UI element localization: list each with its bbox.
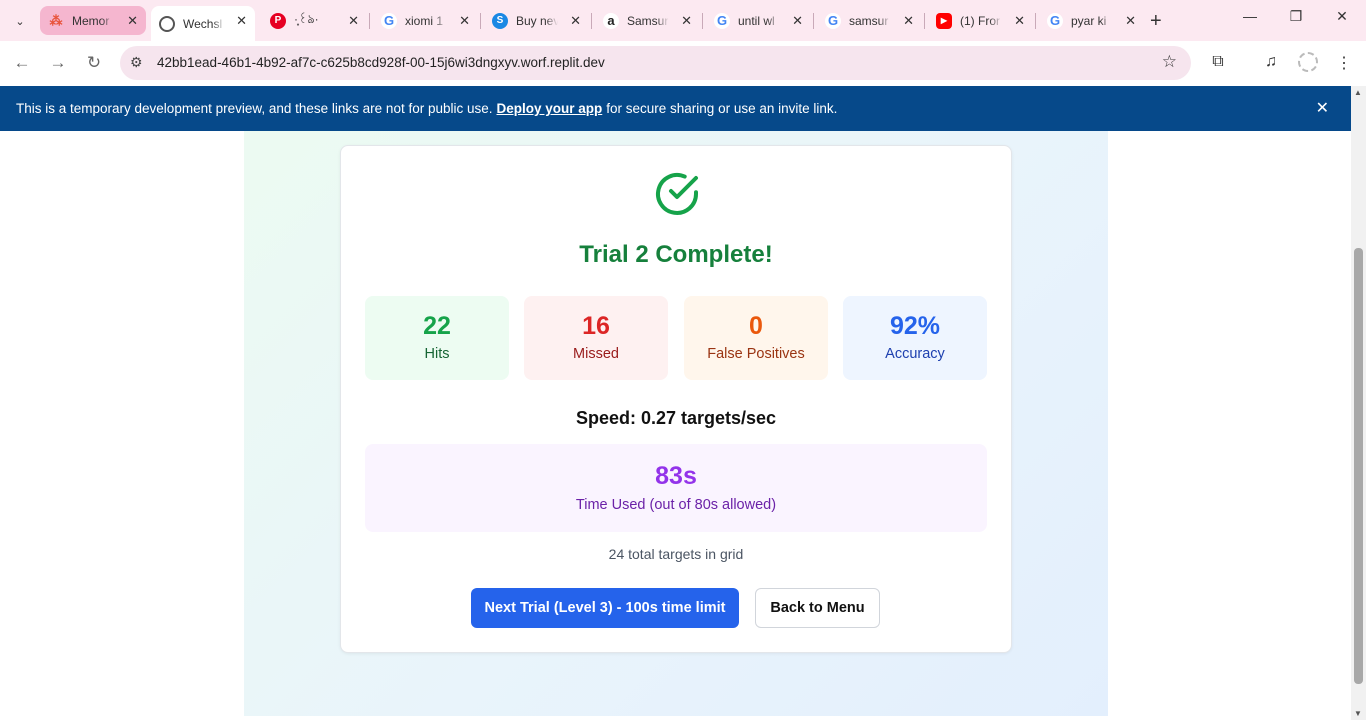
- close-tab-icon[interactable]: ✕: [127, 13, 138, 29]
- restore-icon[interactable]: ❐: [1286, 8, 1306, 25]
- tab-title: samsur: [849, 13, 889, 28]
- tab-title: Memor: [72, 13, 110, 28]
- minimize-icon[interactable]: —: [1240, 8, 1260, 24]
- tab-title: Buy nev: [516, 13, 558, 28]
- banner-close-icon[interactable]: ✕: [1316, 98, 1329, 118]
- globe-icon: [159, 15, 175, 32]
- stat-value: 92%: [889, 312, 941, 340]
- google-icon: G: [1047, 12, 1063, 29]
- reload-icon[interactable]: ↻: [83, 53, 105, 73]
- dev-preview-banner: This is a temporary development preview,…: [0, 86, 1351, 131]
- browser-toolbar: ← → ↻ ⚙ 42bb1ead-46b1-4b92-af7c-c625b8cd…: [0, 41, 1366, 86]
- next-trial-button[interactable]: Next Trial (Level 3) - 100s time limit: [471, 588, 739, 628]
- close-tab-icon[interactable]: ✕: [1125, 13, 1136, 29]
- tab-1[interactable]: Wechsl ✕: [151, 6, 255, 41]
- tab-title: until wl: [738, 13, 775, 28]
- menu-kebab-icon[interactable]: ⋮: [1333, 53, 1355, 73]
- close-tab-icon[interactable]: ✕: [459, 13, 470, 29]
- close-tab-icon[interactable]: ✕: [681, 13, 692, 29]
- vertical-scrollbar[interactable]: ▲ ▼: [1351, 86, 1366, 720]
- google-icon: G: [714, 12, 730, 29]
- tab-2[interactable]: P ·̩͙꒰ঌ· ✕: [262, 6, 367, 35]
- tab-6[interactable]: G until wl ✕: [706, 6, 811, 35]
- tab-divider: [369, 13, 370, 29]
- tab-divider: [702, 13, 703, 29]
- stat-label: Hits: [424, 346, 450, 362]
- banner-text-end: for secure sharing or use an invite link…: [606, 101, 838, 116]
- tab-7[interactable]: G samsur ✕: [817, 6, 922, 35]
- stat-missed: 16 Missed: [524, 296, 668, 380]
- tab-divider: [480, 13, 481, 29]
- extensions-icon[interactable]: ⧉: [1207, 53, 1229, 71]
- memor-icon: ⁂: [49, 12, 63, 28]
- tab-divider: [924, 13, 925, 29]
- time-used-box: 83s Time Used (out of 80s allowed): [365, 444, 987, 532]
- time-used-value: 83s: [655, 462, 697, 490]
- tab-divider: [813, 13, 814, 29]
- tab-search-icon[interactable]: ⌄: [6, 7, 34, 35]
- back-icon[interactable]: ←: [11, 53, 33, 73]
- media-control-icon[interactable]: ♫: [1260, 53, 1282, 71]
- forward-icon[interactable]: →: [47, 53, 69, 73]
- profile-avatar[interactable]: [1298, 52, 1318, 72]
- tab-title: ·̩͙꒰ঌ·: [294, 12, 319, 26]
- stat-hits: 22 Hits: [365, 296, 509, 380]
- speed-readout: Speed: 0.27 targets/sec: [575, 408, 777, 428]
- google-icon: G: [825, 12, 841, 29]
- scroll-down-arrow-icon[interactable]: ▼: [1354, 709, 1362, 718]
- tab-title: (1) Fror: [960, 13, 1000, 28]
- tab-9[interactable]: G pyar ki ✕: [1039, 6, 1144, 35]
- stat-value: 22: [423, 312, 451, 340]
- scroll-up-arrow-icon[interactable]: ▲: [1354, 88, 1362, 97]
- close-tab-icon[interactable]: ✕: [570, 13, 581, 29]
- address-bar[interactable]: ⚙ 42bb1ead-46b1-4b92-af7c-c625b8cd928f-0…: [120, 46, 1191, 80]
- close-tab-icon[interactable]: ✕: [792, 13, 803, 29]
- stat-label: False Positives: [707, 346, 805, 362]
- amazon-icon: a: [603, 12, 619, 29]
- stat-false-positives: 0 False Positives: [684, 296, 828, 380]
- stat-label: Missed: [573, 346, 619, 362]
- check-circle-icon: [656, 172, 698, 215]
- scroll-thumb[interactable]: [1354, 248, 1363, 684]
- banner-text: This is a temporary development preview,…: [16, 101, 493, 116]
- close-tab-icon[interactable]: ✕: [236, 13, 247, 29]
- url-text[interactable]: 42bb1ead-46b1-4b92-af7c-c625b8cd928f-00-…: [157, 55, 605, 70]
- tab-divider: [1035, 13, 1036, 29]
- tab-title: pyar ki: [1071, 13, 1107, 28]
- site-info-icon[interactable]: ⚙: [130, 54, 143, 71]
- results-title: Trial 2 Complete!: [579, 241, 773, 268]
- results-card: Trial 2 Complete! 22 Hits 16 Missed 0 Fa…: [340, 145, 1012, 653]
- page-viewport: Trial 2 Complete! 22 Hits 16 Missed 0 Fa…: [0, 86, 1351, 720]
- tab-title: Wechsl: [183, 16, 223, 31]
- pinterest-icon: P: [270, 12, 286, 29]
- tab-strip: ⌄ ⁂ Memor ✕ Wechsl ✕ P ·̩͙꒰ঌ· ✕ G xiomi …: [0, 0, 1366, 41]
- youtube-icon: ▶: [936, 12, 952, 29]
- tab-title: xiomi 1: [405, 13, 444, 28]
- deploy-link[interactable]: Deploy your app: [497, 101, 603, 116]
- close-tab-icon[interactable]: ✕: [1014, 13, 1025, 29]
- close-tab-icon[interactable]: ✕: [903, 13, 914, 29]
- stat-value: 16: [582, 312, 610, 340]
- new-tab-icon[interactable]: +: [1150, 10, 1162, 33]
- tab-0[interactable]: ⁂ Memor ✕: [40, 6, 146, 35]
- stat-label: Accuracy: [885, 346, 945, 362]
- window-close-icon[interactable]: ✕: [1332, 8, 1352, 25]
- stat-accuracy: 92% Accuracy: [843, 296, 987, 380]
- stat-value: 0: [749, 312, 763, 340]
- close-tab-icon[interactable]: ✕: [348, 13, 359, 29]
- tab-divider: [591, 13, 592, 29]
- tab-title: Samsur: [627, 13, 669, 28]
- google-icon: G: [381, 12, 397, 29]
- skype-icon: S: [492, 12, 508, 29]
- tab-4[interactable]: S Buy nev ✕: [484, 6, 589, 35]
- bookmark-star-icon[interactable]: ☆: [1162, 52, 1177, 72]
- tab-8[interactable]: ▶ (1) Fror ✕: [928, 6, 1033, 35]
- back-to-menu-button[interactable]: Back to Menu: [755, 588, 880, 628]
- tab-3[interactable]: G xiomi 1 ✕: [373, 6, 478, 35]
- total-targets: 24 total targets in grid: [608, 546, 744, 562]
- tab-5[interactable]: a Samsur ✕: [595, 6, 700, 35]
- time-used-label: Time Used (out of 80s allowed): [575, 497, 777, 513]
